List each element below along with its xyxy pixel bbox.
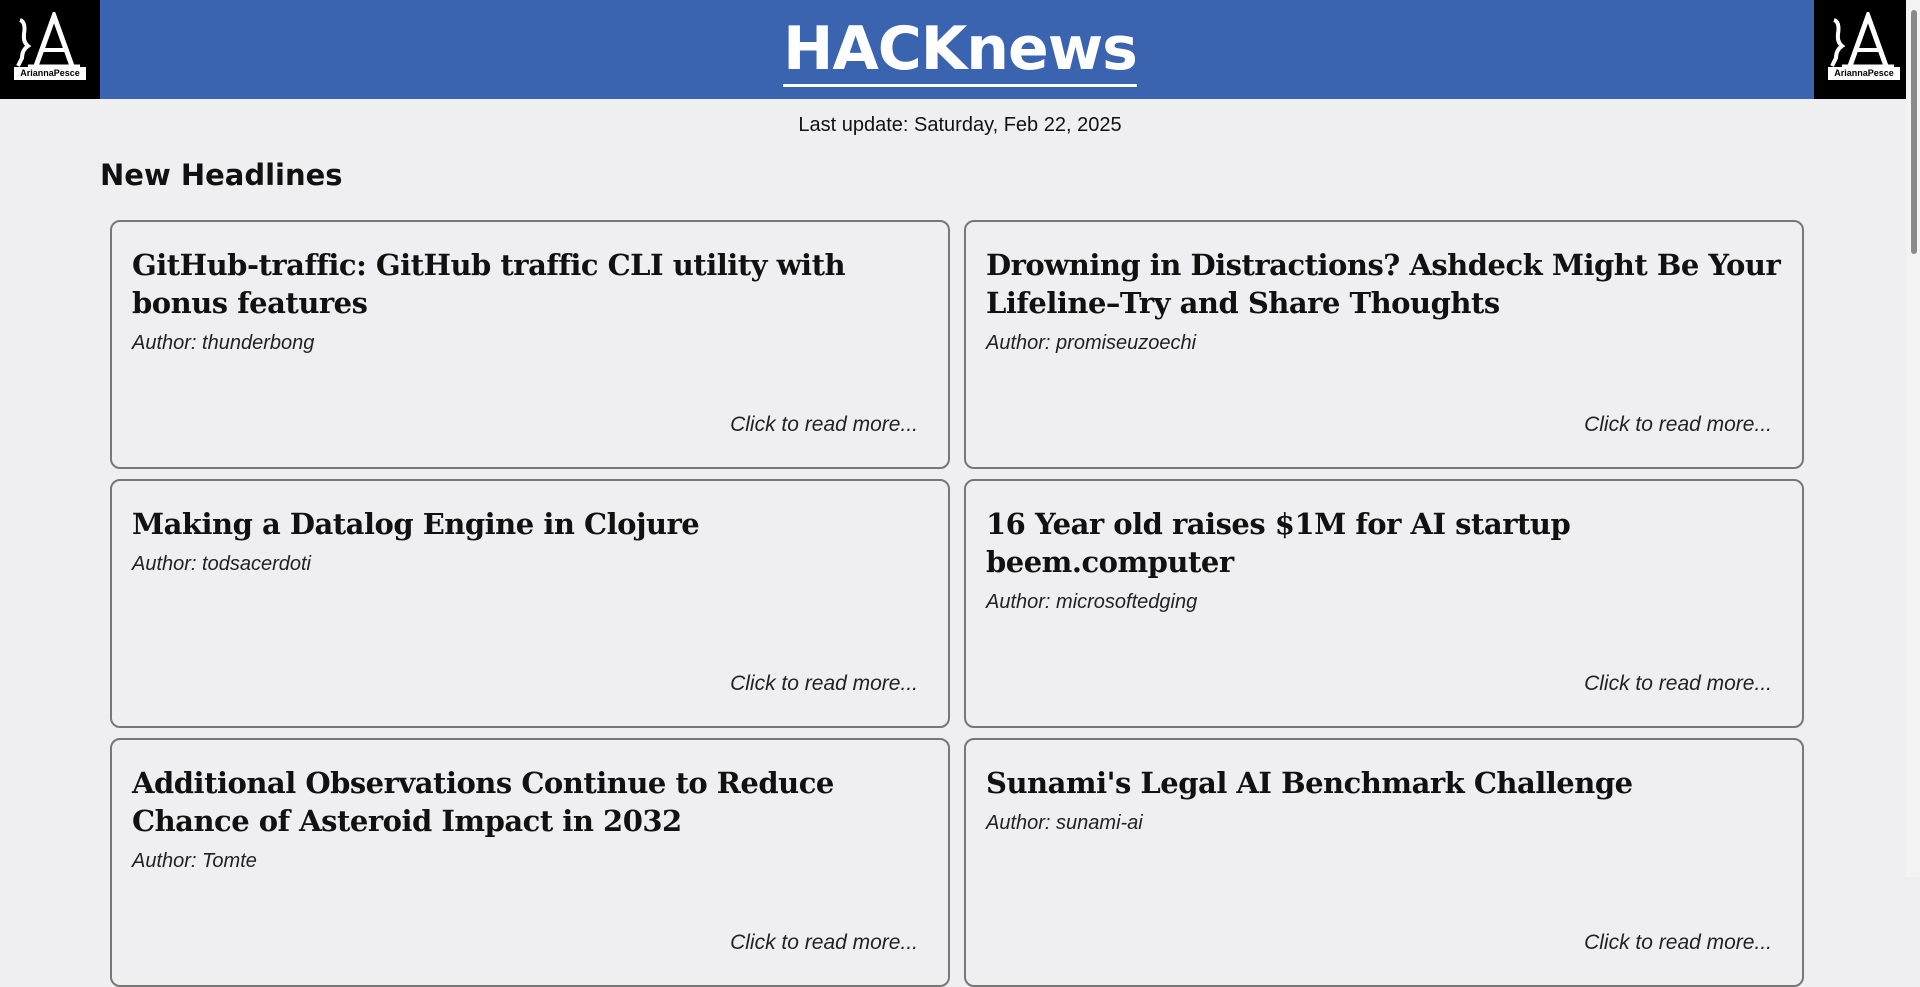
headline-title[interactable]: Sunami's Legal AI Benchmark Challenge: [986, 764, 1782, 802]
read-more-link[interactable]: Click to read more...: [730, 931, 918, 955]
read-more-link[interactable]: Click to read more...: [1584, 413, 1772, 437]
section-title: New Headlines: [100, 158, 343, 192]
headline-card[interactable]: Making a Datalog Engine in Clojure Autho…: [110, 479, 950, 728]
headline-title[interactable]: Additional Observations Continue to Redu…: [132, 764, 928, 840]
headline-author: Author: promiseuzoechi: [986, 332, 1197, 354]
headline-author: Author: todsacerdoti: [132, 553, 311, 575]
read-more-link[interactable]: Click to read more...: [730, 672, 918, 696]
headline-card[interactable]: GitHub-traffic: GitHub traffic CLI utili…: [110, 220, 950, 469]
headline-author: Author: microsoftedging: [986, 591, 1198, 613]
read-more-link[interactable]: Click to read more...: [1584, 931, 1772, 955]
read-more-link[interactable]: Click to read more...: [1584, 672, 1772, 696]
logo-a-icon: [1830, 12, 1894, 68]
headline-author: Author: Tomte: [132, 850, 257, 872]
read-more-link[interactable]: Click to read more...: [730, 413, 918, 437]
headline-card[interactable]: Drowning in Distractions? Ashdeck Might …: [964, 220, 1804, 469]
headline-title[interactable]: 16 Year old raises $1M for AI startup be…: [986, 505, 1782, 581]
headline-author: Author: sunami-ai: [986, 812, 1143, 834]
headline-card[interactable]: Sunami's Legal AI Benchmark Challenge Au…: [964, 738, 1804, 987]
logo-text: AriannaPesce: [1828, 67, 1900, 80]
headline-title[interactable]: GitHub-traffic: GitHub traffic CLI utili…: [132, 246, 928, 322]
headlines-grid: GitHub-traffic: GitHub traffic CLI utili…: [110, 220, 1804, 987]
site-header: AriannaPesce HACKnews AriannaPesce: [0, 0, 1920, 99]
headline-author: Author: thunderbong: [132, 332, 315, 354]
logo-right[interactable]: AriannaPesce: [1814, 0, 1914, 99]
scrollbar-thumb[interactable]: [1911, 10, 1917, 254]
headline-card[interactable]: Additional Observations Continue to Redu…: [110, 738, 950, 987]
headline-title[interactable]: Making a Datalog Engine in Clojure: [132, 505, 928, 543]
last-update: Last update: Saturday, Feb 22, 2025: [798, 114, 1122, 136]
site-title[interactable]: HACKnews: [0, 12, 1920, 87]
headline-title[interactable]: Drowning in Distractions? Ashdeck Might …: [986, 246, 1782, 322]
site-title-text[interactable]: HACKnews: [783, 14, 1138, 87]
headline-card[interactable]: 16 Year old raises $1M for AI startup be…: [964, 479, 1804, 728]
